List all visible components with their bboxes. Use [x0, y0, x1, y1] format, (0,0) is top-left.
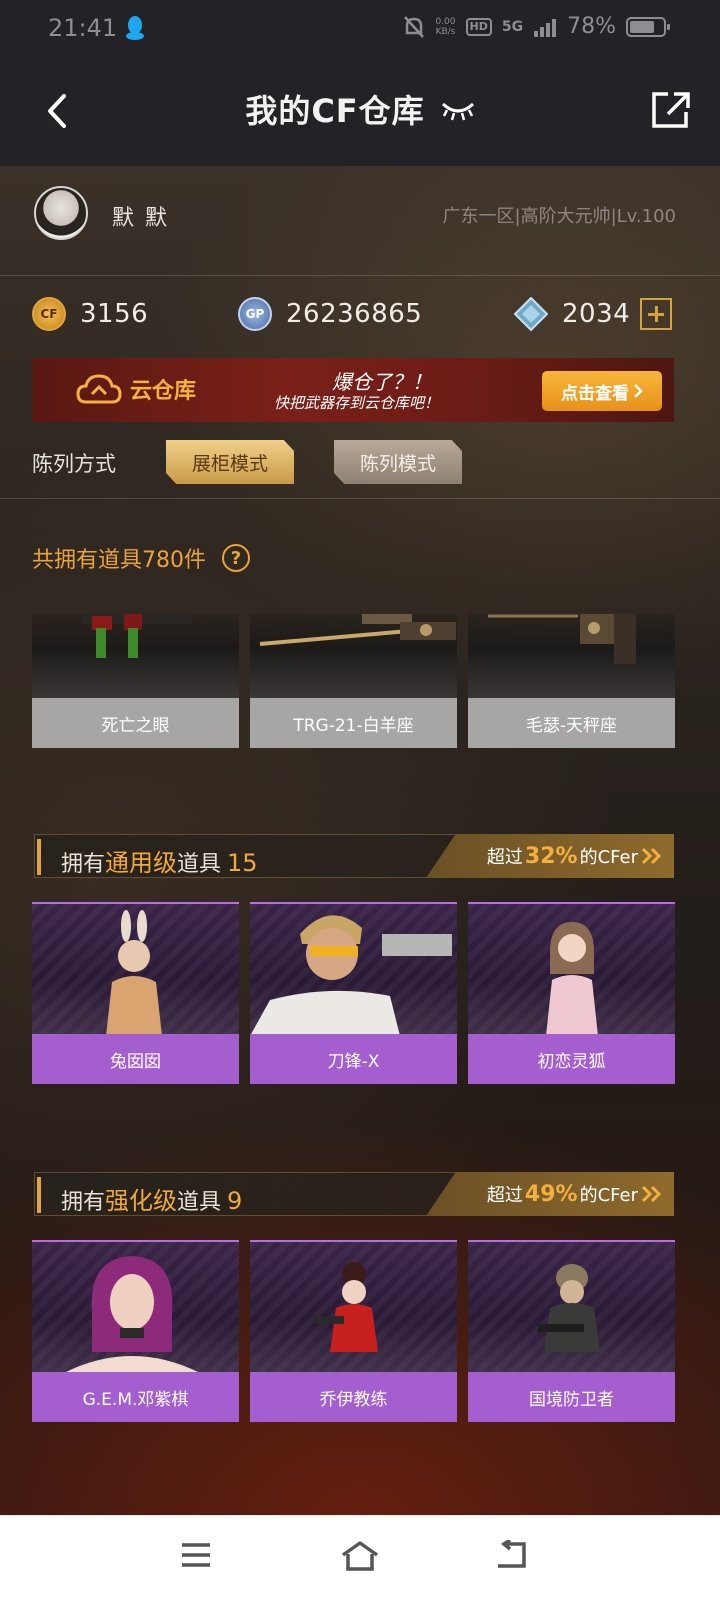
cloud-warehouse-banner[interactable]: 云仓库 爆仓了？！ 快把武器存到云仓库吧！ 点击查看 — [32, 358, 674, 422]
mute-icon — [404, 15, 425, 38]
gp-coin-icon: GP — [238, 297, 272, 331]
weapon-image — [468, 614, 675, 698]
weapon-image — [32, 614, 239, 698]
username: 默 默 — [112, 206, 169, 231]
signal-label: 5G — [501, 18, 524, 35]
double-chevron-icon — [641, 847, 662, 865]
character-name: G.E.M.邓紫棋 — [32, 1372, 239, 1422]
showcase-mode-tab[interactable]: 展柜模式 — [166, 440, 294, 484]
home-icon[interactable] — [340, 1540, 380, 1572]
character-name: 国境防卫者 — [468, 1372, 675, 1422]
status-bar: 21:41 0.00 KB/s HD 5G 78% — [0, 0, 720, 58]
exceed-badge: 超过 49% 的CFer — [426, 1172, 674, 1216]
share-icon[interactable] — [650, 90, 692, 130]
character-image — [468, 902, 675, 1034]
character-card[interactable]: G.E.M.邓紫棋 — [32, 1240, 239, 1422]
page-title: 我的CF仓库 — [245, 92, 425, 130]
avatar[interactable] — [34, 186, 88, 240]
view-cloud-button[interactable]: 点击查看 — [542, 371, 662, 411]
diamonds-value: 2034 — [562, 299, 631, 329]
gp-points: GP 26236865 — [238, 294, 422, 334]
bunny-girl-image — [106, 910, 162, 1034]
weapon-card[interactable]: 死亡之眼 — [32, 614, 239, 748]
help-icon[interactable]: ? — [222, 544, 250, 572]
border-guard-image — [538, 1264, 600, 1352]
divider — [0, 498, 720, 499]
menu-icon[interactable] — [180, 1540, 212, 1570]
add-diamonds-button[interactable] — [640, 298, 673, 330]
character-card[interactable]: 刀锋-X — [250, 902, 457, 1084]
section-title: 拥有通用级道具 15 — [61, 849, 258, 877]
pistol-image — [488, 614, 636, 664]
character-card[interactable]: 初恋灵狐 — [468, 902, 675, 1084]
fox-girl-image — [546, 922, 598, 1034]
character-name: 初恋灵狐 — [468, 1034, 675, 1084]
coach-joy-image — [314, 1262, 378, 1352]
main-content: 默 默 广东一区|高阶大元帅|Lv.100 CF 3156 GP 2623686… — [0, 166, 720, 1515]
character-image — [250, 902, 457, 1034]
weapon-name: 毛瑟-天秤座 — [468, 698, 675, 748]
gem-character-image — [66, 1256, 198, 1372]
eye-closed-icon[interactable] — [440, 96, 476, 124]
chevron-right-icon — [634, 384, 643, 398]
exceed-badge: 超过 32% 的CFer — [426, 834, 674, 878]
character-name: 刀锋-X — [250, 1034, 457, 1084]
signal-icon — [534, 18, 557, 37]
inventory-total: 共拥有道具780件 ? — [32, 542, 250, 574]
character-card[interactable]: 乔伊教练 — [250, 1240, 457, 1422]
cloud-house-icon — [76, 374, 122, 404]
cf-points-value: 3156 — [80, 299, 149, 329]
battery-icon — [626, 16, 670, 37]
sort-label: 陈列方式 — [32, 452, 116, 476]
character-name: 乔伊教练 — [250, 1372, 457, 1422]
weapon-name: 死亡之眼 — [32, 698, 239, 748]
display-mode-tab[interactable]: 陈列模式 — [334, 440, 462, 484]
system-nav-bar — [0, 1515, 720, 1600]
weapon-name: TRG-21-白羊座 — [250, 698, 457, 748]
sniper-rifle-image — [259, 614, 456, 646]
rifle-image — [82, 614, 192, 658]
character-image — [468, 1240, 675, 1372]
total-items-text: 共拥有道具780件 — [32, 548, 206, 573]
banner-subslogan: 快把武器存到云仓库吧！ — [274, 394, 440, 412]
blade-soldier-image — [251, 915, 452, 1034]
sort-row: 陈列方式 展柜模式 陈列模式 — [32, 436, 672, 484]
weapon-card[interactable]: 毛瑟-天秤座 — [468, 614, 675, 748]
cf-coin-icon: CF — [32, 297, 66, 331]
diamond-icon — [514, 297, 548, 331]
server-info: 广东一区|高阶大元帅|Lv.100 — [442, 206, 677, 227]
character-name: 兔囡囡 — [32, 1034, 239, 1084]
hd-badge: HD — [465, 17, 492, 36]
character-image — [32, 1240, 239, 1372]
character-card[interactable]: 兔囡囡 — [32, 902, 239, 1084]
diamonds: 2034 — [514, 294, 673, 334]
weapon-card[interactable]: TRG-21-白羊座 — [250, 614, 457, 748]
cf-points: CF 3156 — [32, 294, 148, 334]
qq-notification-icon — [126, 16, 144, 40]
general-grade-bar[interactable]: 拥有通用级道具 15 超过 32% 的CFer — [34, 834, 674, 878]
battery-percent: 78% — [567, 14, 616, 39]
section-title: 拥有强化级道具 9 — [61, 1187, 243, 1215]
character-image — [32, 902, 239, 1034]
character-image — [250, 1240, 457, 1372]
return-icon[interactable] — [494, 1540, 528, 1570]
weapon-image — [250, 614, 457, 698]
profile-row: 默 默 广东一区|高阶大元帅|Lv.100 — [0, 166, 720, 276]
top-bar: 我的CF仓库 — [0, 58, 720, 166]
banner-slogan: 爆仓了？！ — [332, 370, 432, 394]
cloud-logo: 云仓库 — [76, 372, 196, 406]
gp-points-value: 26236865 — [286, 299, 423, 329]
enhanced-grade-bar[interactable]: 拥有强化级道具 9 超过 49% 的CFer — [34, 1172, 674, 1216]
double-chevron-icon — [641, 1185, 662, 1203]
character-card[interactable]: 国境防卫者 — [468, 1240, 675, 1422]
status-time: 21:41 — [48, 14, 118, 42]
net-speed: 0.00 KB/s — [435, 16, 456, 37]
